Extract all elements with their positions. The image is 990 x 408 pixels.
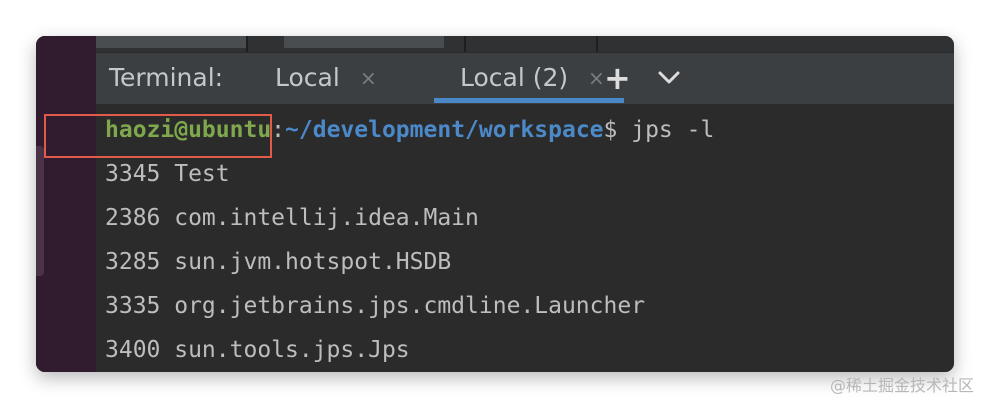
editor-tab-2[interactable] — [284, 36, 444, 48]
output-line: 3285 sun.jvm.hotspot.HSDB — [105, 249, 452, 275]
tab-local[interactable]: Local × — [275, 53, 387, 105]
output-line: 3335 org.jetbrains.jps.cmdline.Launcher — [105, 293, 646, 319]
output-line: 3345 Test — [105, 161, 230, 187]
close-icon[interactable]: × — [588, 66, 605, 90]
chevron-down-icon[interactable] — [656, 65, 682, 91]
tab-divider — [596, 36, 598, 52]
terminal-title: Terminal: — [109, 63, 224, 92]
tab-divider — [246, 36, 248, 52]
tab-divider — [464, 36, 466, 52]
command-text: jps -l — [617, 117, 715, 143]
tab-local-2[interactable]: Local (2) × — [434, 53, 624, 105]
tab-label: Local (2) — [460, 63, 569, 92]
editor-tab-strip — [96, 36, 954, 52]
terminal-window: Terminal: Local × Local (2) × + haozi@ub… — [36, 36, 954, 372]
prompt-path: ~/development/workspace — [285, 117, 604, 143]
terminal-output-area[interactable]: haozi@ubuntu:~/development/workspace$ jp… — [96, 104, 954, 372]
prompt-dollar: $ — [603, 117, 618, 143]
close-icon[interactable]: × — [360, 66, 377, 90]
output-line: 3400 sun.tools.jps.Jps — [105, 337, 410, 363]
add-icon[interactable]: + — [604, 59, 631, 97]
sidebar-scroll-handle[interactable] — [36, 146, 44, 276]
watermark: @稀土掘金技术社区 — [829, 376, 974, 395]
prompt-line: haozi@ubuntu:~/development/workspace$ jp… — [105, 117, 714, 143]
active-tab-indicator — [434, 98, 624, 103]
editor-tab-1[interactable] — [96, 36, 246, 48]
terminal-tool-window-header: Terminal: Local × Local (2) × + — [96, 52, 954, 104]
prompt-user: haozi@ubuntu — [105, 117, 272, 143]
tab-label: Local — [275, 63, 340, 92]
sidebar-strip — [36, 36, 96, 372]
prompt-separator: : — [271, 117, 286, 143]
output-line: 2386 com.intellij.idea.Main — [105, 205, 479, 231]
